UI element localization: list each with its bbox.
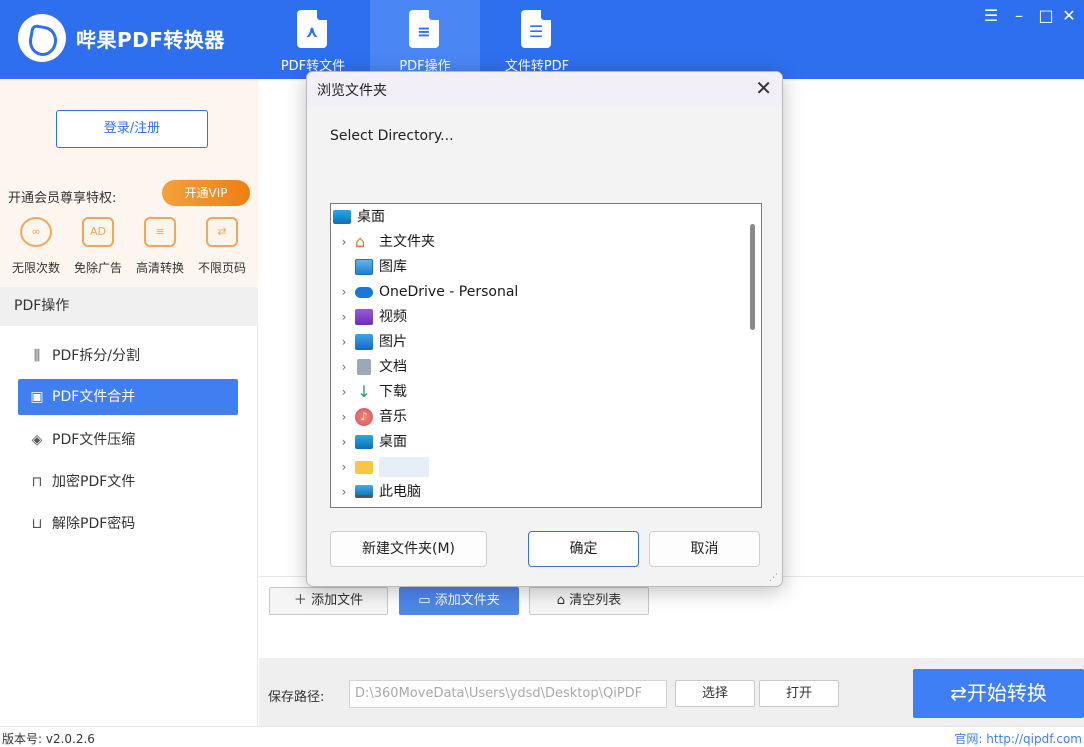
chevron-right-icon: › bbox=[341, 485, 347, 499]
menu-item-encrypt[interactable]: ⊓ 加密PDF文件 bbox=[18, 464, 238, 500]
desktop-icon bbox=[355, 435, 373, 449]
tree-item-music[interactable]: › ♪ 音乐 bbox=[337, 405, 737, 429]
new-folder-button[interactable]: 新建文件夹(M) bbox=[330, 531, 487, 567]
folder-tree[interactable]: 桌面 › ⌂ 主文件夹 图库 › OneDrive - Personal › 视… bbox=[330, 203, 762, 508]
dialog-title: 浏览文件夹 bbox=[317, 83, 387, 99]
chevron-right-icon: › bbox=[341, 310, 347, 324]
add-file-button[interactable]: ＋ 添加文件 bbox=[269, 587, 388, 615]
tree-item-videos[interactable]: › 视频 bbox=[337, 305, 737, 329]
folder-icon bbox=[355, 461, 373, 474]
dialog-titlebar: 浏览文件夹 ✕ bbox=[307, 72, 782, 106]
tree-item-gallery[interactable]: 图库 bbox=[337, 255, 737, 279]
login-button[interactable]: 登录/注册 bbox=[56, 110, 208, 148]
menu-item-merge[interactable]: ▣ PDF文件合并 bbox=[18, 379, 238, 415]
menu-item-decrypt[interactable]: ⊔ 解除PDF密码 bbox=[18, 506, 238, 542]
start-convert-button[interactable]: ⇄开始转换 bbox=[913, 669, 1084, 718]
chevron-right-icon: › bbox=[341, 360, 347, 374]
ok-button[interactable]: 确定 bbox=[528, 531, 639, 567]
tree-item-home[interactable]: › ⌂ 主文件夹 bbox=[337, 230, 737, 254]
gallery-icon bbox=[355, 259, 373, 275]
folder-icon: ▭ bbox=[418, 593, 431, 608]
clear-icon: ⌂ bbox=[556, 593, 566, 608]
sidebar: 登录/注册 开通会员尊享特权: 开通VIP ∞ 无限次数 AD 免除广告 ≡ 高… bbox=[0, 79, 258, 726]
open-button[interactable]: 打开 bbox=[759, 680, 839, 707]
section-title: PDF操作 bbox=[0, 287, 258, 326]
close-icon[interactable]: ✕ bbox=[755, 76, 772, 100]
infinity-icon: ∞ bbox=[20, 217, 52, 247]
member-panel: 登录/注册 开通会员尊享特权: 开通VIP ∞ 无限次数 AD 免除广告 ≡ 高… bbox=[0, 79, 258, 287]
maximize-icon[interactable]: □ bbox=[1036, 6, 1056, 26]
tab-pdf-tools[interactable]: ≡ PDF操作 bbox=[370, 0, 480, 79]
chevron-right-icon: › bbox=[341, 460, 347, 474]
cancel-button[interactable]: 取消 bbox=[649, 531, 760, 567]
desktop-icon bbox=[333, 210, 351, 224]
home-icon: ⌂ bbox=[355, 232, 366, 251]
member-tip: 开通会员尊享特权: bbox=[8, 191, 117, 206]
chevron-right-icon: › bbox=[341, 435, 347, 449]
tree-scrollbar[interactable] bbox=[750, 224, 755, 330]
tree-item-this-pc[interactable]: › 此电脑 bbox=[337, 480, 737, 504]
file-to-pdf-icon: ☰ bbox=[521, 10, 551, 48]
compress-icon: ◈ bbox=[31, 432, 43, 448]
computer-icon bbox=[355, 485, 373, 498]
website-link[interactable]: 官网: http://qipdf.com bbox=[954, 730, 1082, 747]
onedrive-cloud-icon bbox=[355, 287, 373, 298]
app-header: 哔果PDF转换器 ⋏ PDF转文件 ≡ PDF操作 ☰ 文件转PDF ☰ – □… bbox=[0, 0, 1084, 79]
tree-item-onedrive[interactable]: › OneDrive - Personal bbox=[337, 280, 737, 304]
tree-item-desktop[interactable]: › 桌面 bbox=[337, 430, 737, 454]
pdf-acrobat-icon: ⋏ bbox=[297, 10, 327, 48]
choose-button[interactable]: 选择 bbox=[675, 680, 755, 707]
app-logo bbox=[18, 14, 66, 62]
lock-icon: ⊓ bbox=[31, 474, 43, 490]
tree-item-folder[interactable]: › bbox=[337, 455, 737, 479]
version-label: 版本号: v2.0.2.6 bbox=[2, 732, 95, 746]
app-title: 哔果PDF转换器 bbox=[76, 28, 225, 52]
tree-item-documents[interactable]: › 文档 bbox=[337, 355, 737, 379]
merge-icon: ▣ bbox=[30, 389, 44, 405]
menu-icon[interactable]: ☰ bbox=[981, 6, 1001, 26]
pictures-icon bbox=[355, 334, 373, 350]
server-icon: ≡ bbox=[144, 217, 176, 247]
ad-icon: AD bbox=[82, 217, 114, 247]
tab-file-to-pdf[interactable]: ☰ 文件转PDF bbox=[482, 0, 592, 79]
chevron-right-icon: › bbox=[341, 335, 347, 349]
documents-icon bbox=[357, 359, 371, 375]
add-folder-button[interactable]: ▭ 添加文件夹 bbox=[399, 587, 519, 615]
video-icon bbox=[355, 309, 373, 325]
minimize-icon[interactable]: – bbox=[1009, 6, 1029, 26]
close-icon[interactable]: ✕ bbox=[1059, 6, 1079, 26]
menu-item-split[interactable]: ⫼ PDF拆分/分割 bbox=[18, 338, 238, 374]
download-icon: ↓ bbox=[357, 382, 371, 401]
chevron-right-icon: › bbox=[341, 235, 347, 249]
vip-button[interactable]: 开通VIP bbox=[162, 180, 250, 206]
tree-item-desktop-root[interactable]: 桌面 bbox=[333, 205, 733, 229]
tree-item-pictures[interactable]: › 图片 bbox=[337, 330, 737, 354]
dialog-prompt: Select Directory... bbox=[330, 128, 454, 144]
save-path-label: 保存路径: bbox=[268, 690, 325, 705]
plus-icon: ＋ bbox=[293, 593, 307, 608]
menu-item-compress[interactable]: ◈ PDF文件压缩 bbox=[18, 422, 238, 458]
save-path-input[interactable]: D:\360MoveData\Users\ydsd\Desktop\QiPDF bbox=[349, 680, 667, 708]
swap-icon: ⇄ bbox=[206, 217, 238, 247]
tree-item-downloads[interactable]: › ↓ 下载 bbox=[337, 380, 737, 404]
clear-list-button[interactable]: ⌂ 清空列表 bbox=[529, 587, 649, 615]
status-bar: 版本号: v2.0.2.6 官网: http://qipdf.com bbox=[0, 726, 1084, 747]
chevron-right-icon: › bbox=[341, 385, 347, 399]
music-icon: ♪ bbox=[355, 408, 373, 426]
browse-folder-dialog: 浏览文件夹 ✕ Select Directory... 桌面 › ⌂ 主文件夹 … bbox=[306, 71, 783, 587]
tab-pdf-to-file[interactable]: ⋏ PDF转文件 bbox=[258, 0, 368, 79]
pdf-tools-icon: ≡ bbox=[409, 10, 439, 48]
chevron-right-icon: › bbox=[341, 285, 347, 299]
resize-grip-icon[interactable]: ⋰ bbox=[769, 573, 779, 583]
chevron-right-icon: › bbox=[341, 410, 347, 424]
unlock-icon: ⊔ bbox=[31, 516, 43, 532]
split-icon: ⫼ bbox=[33, 348, 41, 364]
